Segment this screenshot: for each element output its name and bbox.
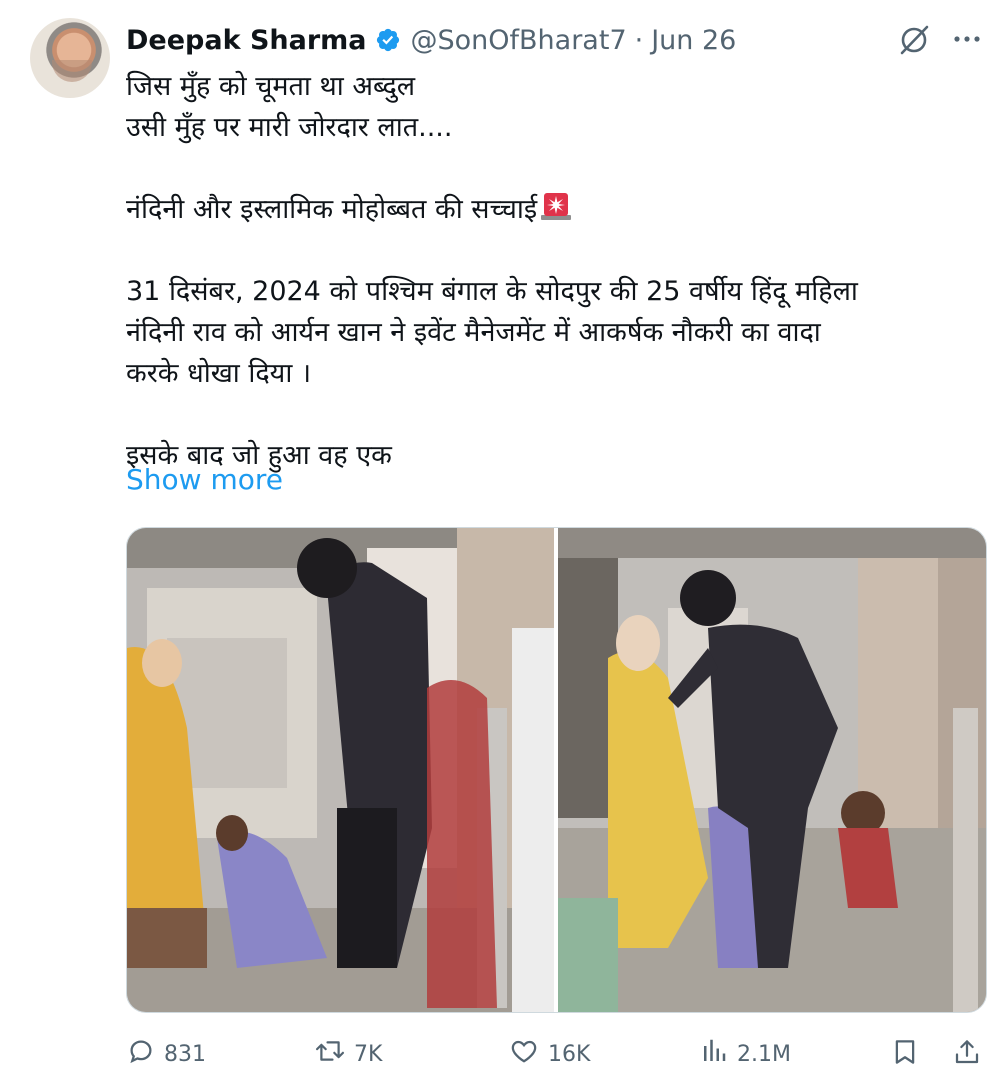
reply-icon (126, 1036, 156, 1072)
reply-button[interactable]: 831 (126, 1036, 206, 1072)
repost-count: 7K (354, 1041, 383, 1067)
bookmark-button[interactable] (890, 1036, 920, 1074)
repost-icon (314, 1036, 346, 1072)
tweet-line: जिस मुँह को चूमता था अब्दुल (126, 71, 416, 102)
repost-button[interactable]: 7K (314, 1036, 382, 1072)
views-button[interactable]: 2.1M (699, 1036, 791, 1072)
bookmark-icon (890, 1036, 920, 1074)
media-grid (126, 527, 987, 1013)
share-button[interactable] (952, 1036, 982, 1074)
tweet-header: Deepak Sharma @SonOfBharat7 · Jun 26 (126, 20, 736, 60)
action-bar: 831 7K 16K 2.1M (126, 1036, 986, 1076)
tweet-line: करके धोखा दिया । (126, 358, 312, 389)
tweet-line-with-emoji: नंदिनी और इस्लामिक मोहोब्बत की सच्चाई (126, 189, 976, 230)
views-count: 2.1M (737, 1041, 791, 1067)
tweet-line: उसी मुँह पर मारी जोरदार लात.... (126, 112, 453, 143)
like-count: 16K (548, 1041, 591, 1067)
rotating-light-icon (539, 189, 573, 233)
tweet-date[interactable]: Jun 26 (651, 25, 736, 56)
avatar-shade (52, 60, 92, 82)
show-more-link[interactable]: Show more (126, 463, 283, 496)
share-icon (952, 1036, 982, 1074)
more-icon[interactable] (950, 22, 984, 60)
grok-icon[interactable] (896, 22, 932, 62)
avatar[interactable] (30, 18, 110, 98)
author-handle[interactable]: @SonOfBharat7 (411, 25, 627, 56)
tweet-line: नंदिनी और इस्लामिक मोहोब्बत की सच्चाई (126, 194, 538, 225)
like-button[interactable]: 16K (508, 1036, 590, 1072)
tweet-text: जिस मुँह को चूमता था अब्दुल उसी मुँह पर … (126, 66, 976, 476)
reply-count: 831 (164, 1041, 206, 1067)
tweet-line: नंदिनी राव को आर्यन खान ने इवेंट मैनेजमे… (126, 317, 821, 348)
verified-badge-icon[interactable] (375, 27, 401, 53)
media-image-right[interactable] (558, 528, 986, 1012)
author-name[interactable]: Deepak Sharma (126, 25, 367, 56)
header-separator: · (634, 24, 644, 56)
media-image-left[interactable] (127, 528, 554, 1012)
tweet-line: 31 दिसंबर, 2024 को पश्चिम बंगाल के सोदपु… (126, 276, 858, 307)
views-icon (699, 1036, 729, 1072)
like-icon (508, 1036, 540, 1072)
